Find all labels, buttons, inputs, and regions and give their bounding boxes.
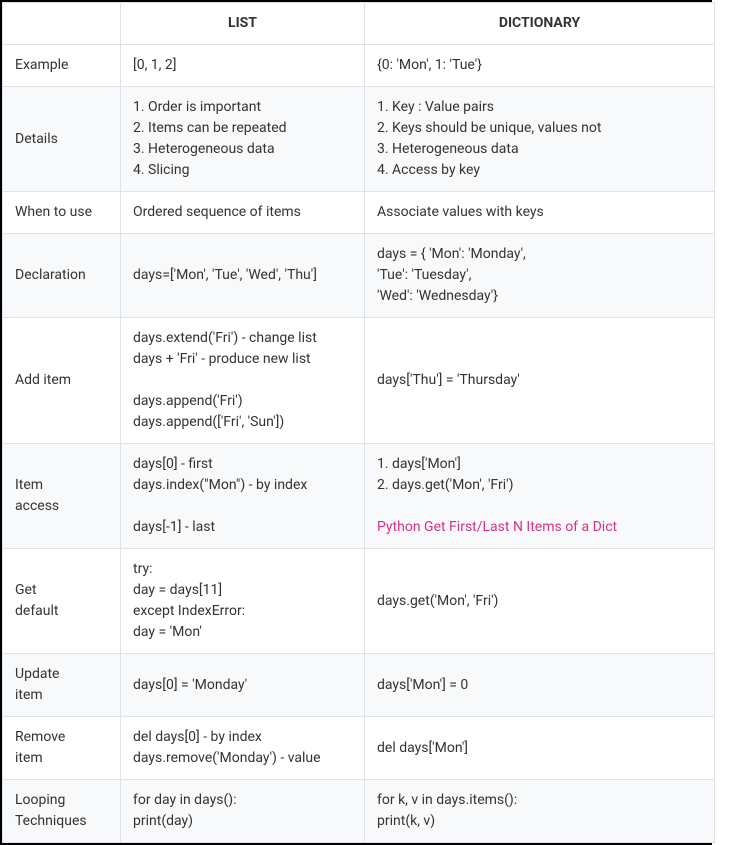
comparison-table-wrapper: LIST DICTIONARY Example [0, 1, 2] {0: 'M…: [0, 0, 712, 845]
header-list: LIST: [121, 3, 365, 45]
dict-cell: del days['Mon']: [365, 717, 715, 780]
row-label: Remove item: [3, 717, 121, 780]
dict-cell: 1. Key : Value pairs 2. Keys should be u…: [365, 87, 715, 192]
dict-cell-text: 1. days['Mon'] 2. days.get('Mon', 'Fri'): [377, 456, 513, 493]
header-dictionary: DICTIONARY: [365, 3, 715, 45]
dict-cell: for k, v in days.items(): print(k, v): [365, 780, 715, 843]
dict-cell: days['Thu'] = 'Thursday': [365, 318, 715, 444]
row-label: Declaration: [3, 234, 121, 318]
list-cell: for day in days(): print(day): [121, 780, 365, 843]
list-cell: [0, 1, 2]: [121, 45, 365, 87]
table-row: Update item days[0] = 'Monday' days['Mon…: [3, 654, 715, 717]
row-label: Add item: [3, 318, 121, 444]
table-row: Remove item del days[0] - by index days.…: [3, 717, 715, 780]
row-label: Item access: [3, 444, 121, 549]
dict-cell: days['Mon'] = 0: [365, 654, 715, 717]
row-label: Update item: [3, 654, 121, 717]
table-row: Add item days.extend('Fri') - change lis…: [3, 318, 715, 444]
dict-cell: Associate values with keys: [365, 192, 715, 234]
list-cell: days[0] - first days.index("Mon") - by i…: [121, 444, 365, 549]
dict-link[interactable]: Python Get First/Last N Items of a Dict: [377, 519, 617, 535]
row-label: When to use: [3, 192, 121, 234]
table-row: Declaration days=['Mon', 'Tue', 'Wed', '…: [3, 234, 715, 318]
table-row: Item access days[0] - first days.index("…: [3, 444, 715, 549]
dict-cell: 1. days['Mon'] 2. days.get('Mon', 'Fri')…: [365, 444, 715, 549]
table-row: When to use Ordered sequence of items As…: [3, 192, 715, 234]
table-body: Example [0, 1, 2] {0: 'Mon', 1: 'Tue'} D…: [3, 45, 715, 843]
dict-cell: days.get('Mon', 'Fri'): [365, 549, 715, 654]
header-empty: [3, 3, 121, 45]
table-row: Looping Techniques for day in days(): pr…: [3, 780, 715, 843]
list-cell: days[0] = 'Monday': [121, 654, 365, 717]
row-label: Get default: [3, 549, 121, 654]
table-row: Get default try: day = days[11] except I…: [3, 549, 715, 654]
table-header-row: LIST DICTIONARY: [3, 3, 715, 45]
table-row: Details 1. Order is important 2. Items c…: [3, 87, 715, 192]
list-cell: days.extend('Fri') - change list days + …: [121, 318, 365, 444]
dict-cell: days = { 'Mon': 'Monday', 'Tue': 'Tuesda…: [365, 234, 715, 318]
list-cell: days=['Mon', 'Tue', 'Wed', 'Thu']: [121, 234, 365, 318]
dict-cell: {0: 'Mon', 1: 'Tue'}: [365, 45, 715, 87]
row-label: Looping Techniques: [3, 780, 121, 843]
row-label: Details: [3, 87, 121, 192]
list-cell: 1. Order is important 2. Items can be re…: [121, 87, 365, 192]
list-cell: try: day = days[11] except IndexError: d…: [121, 549, 365, 654]
list-cell: del days[0] - by index days.remove('Mond…: [121, 717, 365, 780]
list-cell: Ordered sequence of items: [121, 192, 365, 234]
row-label: Example: [3, 45, 121, 87]
comparison-table: LIST DICTIONARY Example [0, 1, 2] {0: 'M…: [2, 2, 715, 843]
table-row: Example [0, 1, 2] {0: 'Mon', 1: 'Tue'}: [3, 45, 715, 87]
